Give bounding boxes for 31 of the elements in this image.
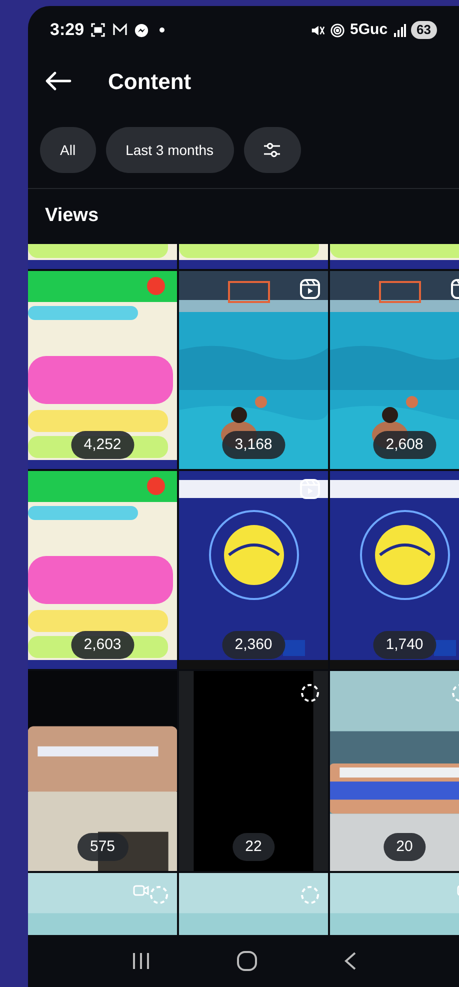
video-camera-icon [133, 883, 149, 897]
page-title: Content [108, 68, 192, 96]
filter-chip[interactable]: All [40, 127, 96, 173]
sliders-icon [263, 142, 281, 158]
home-icon[interactable] [236, 950, 258, 972]
loading-spinner-icon [300, 885, 320, 905]
reel-icon [300, 479, 320, 499]
recent-apps-icon[interactable] [130, 952, 150, 970]
view-count: 2,603 [70, 631, 134, 659]
network-label: 5Guc [350, 20, 388, 40]
back-icon[interactable] [342, 951, 356, 971]
view-count: 2,360 [222, 631, 286, 659]
view-count: 3,168 [222, 431, 286, 459]
messenger-icon [134, 22, 150, 38]
loading-spinner-icon [149, 885, 169, 905]
hotspot-icon [330, 22, 346, 38]
view-count: 1,740 [372, 631, 436, 659]
dot-icon [159, 27, 166, 33]
view-count: 4,252 [70, 431, 134, 459]
mail-icon [112, 23, 128, 37]
battery-indicator: 63 [410, 21, 437, 39]
filter-button[interactable] [244, 127, 300, 173]
screenshot-icon [90, 22, 106, 38]
signal-icon [392, 24, 406, 36]
filter-chip[interactable]: Last 3 months [106, 127, 234, 173]
view-count: 2,608 [372, 431, 436, 459]
reel-icon [300, 279, 320, 299]
back-arrow-icon[interactable] [44, 71, 72, 91]
loading-spinner-icon [300, 683, 320, 703]
section-heading: Views [45, 204, 99, 228]
status-time: 3:29 [50, 19, 84, 42]
